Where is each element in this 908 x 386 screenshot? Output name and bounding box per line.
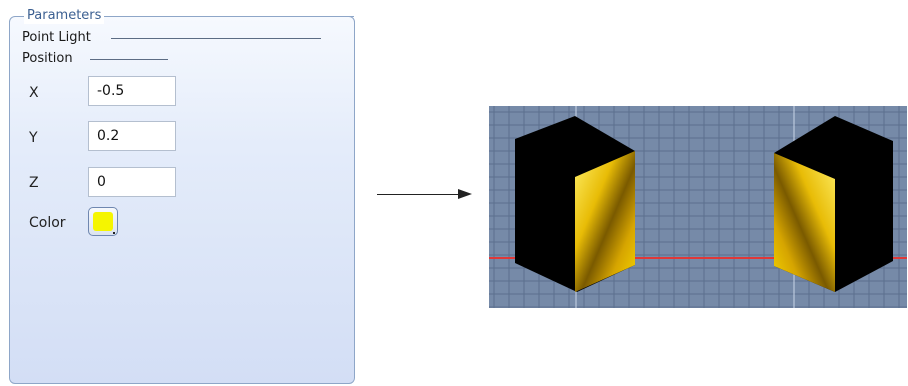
color-label: Color	[29, 215, 66, 231]
cube-left	[515, 116, 635, 292]
point-light-divider	[111, 38, 321, 39]
y-input[interactable]	[88, 121, 176, 151]
position-label: Position	[22, 51, 73, 66]
parameters-panel: Parameters	[9, 8, 355, 384]
x-label: X	[29, 85, 39, 101]
dropdown-dot-icon	[113, 232, 115, 234]
z-input[interactable]	[88, 167, 176, 197]
arrow-right-icon	[458, 189, 472, 199]
z-label: Z	[29, 175, 39, 191]
x-input[interactable]	[88, 76, 176, 106]
cube-right	[774, 116, 893, 292]
parameters-legend: Parameters	[24, 8, 105, 24]
render-viewport[interactable]	[489, 106, 907, 308]
point-light-label: Point Light	[22, 30, 91, 45]
color-picker-button[interactable]	[88, 207, 118, 236]
arrow-line	[377, 194, 459, 195]
color-swatch	[93, 212, 113, 231]
position-divider	[90, 59, 168, 60]
legend-divider	[121, 16, 354, 17]
y-label: Y	[29, 130, 38, 146]
